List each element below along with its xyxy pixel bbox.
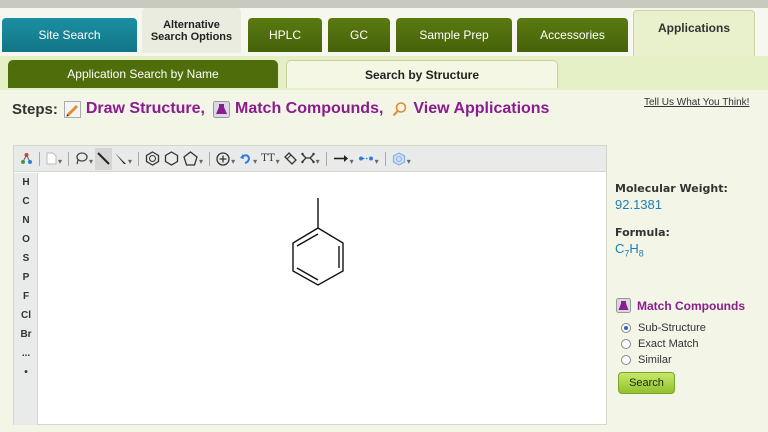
template-icon[interactable]: ▾ [299, 148, 322, 170]
match-option-label: Exact Match [638, 338, 699, 350]
toolbar-divider [325, 151, 327, 166]
toolbar-divider [209, 151, 211, 166]
tab-alt-line1: Alternative [163, 18, 220, 31]
tab-accessories[interactable]: Accessories [517, 18, 628, 52]
search-button[interactable]: Search [618, 372, 675, 394]
match-option-label: Sub-Structure [638, 322, 706, 334]
element-button[interactable]: P [14, 272, 38, 283]
arrow-icon[interactable]: ▾ [331, 148, 356, 170]
element-button[interactable]: • [14, 367, 38, 378]
new-document-icon[interactable]: ▾ [44, 148, 64, 170]
reaction-arrow-icon[interactable]: ▾ [356, 148, 381, 170]
benzene-ring [292, 227, 344, 286]
drawing-canvas[interactable] [39, 173, 606, 425]
step-view-applications[interactable]: View Applications [391, 100, 549, 118]
eraser-icon[interactable] [282, 148, 299, 170]
toolbar-divider [138, 151, 140, 166]
formula-carbon: C [615, 241, 625, 256]
toolbar-divider [384, 151, 386, 166]
editor-toolbar: ▾ ▾ ▾ ▾ ▾ ▾ TT ▾ ▾ ▾ ▾ ▾ [14, 146, 606, 172]
magnifier-icon [393, 101, 407, 116]
text-tool-icon[interactable]: TT ▾ [259, 148, 282, 170]
atom-map-icon[interactable] [18, 148, 35, 170]
element-button[interactable]: Br [14, 329, 38, 340]
formula-hydrogen: H [629, 241, 639, 256]
match-option-label: Similar [638, 354, 672, 366]
match-option[interactable]: Sub-Structure [621, 322, 706, 334]
undo-icon[interactable]: ▾ [237, 148, 259, 170]
step-draw-label: Draw Structure, [85, 100, 205, 117]
cyclopentane-icon[interactable]: ▾ [181, 148, 205, 170]
benzene-ring-icon[interactable] [143, 148, 162, 170]
toolbar-divider [39, 151, 40, 166]
step-match-label: Match Compounds, [234, 100, 384, 117]
toolbar-divider [68, 151, 70, 166]
bond-type-icon[interactable]: ▾ [112, 148, 134, 170]
formula-hydrogen-count: 8 [638, 248, 644, 259]
tab-gc[interactable]: GC [328, 18, 390, 52]
match-compounds-header: Match Compounds [616, 298, 745, 313]
formula-value: C7H8 [615, 241, 765, 259]
structure-editor[interactable]: ▾ ▾ ▾ ▾ ▾ ▾ TT ▾ ▾ ▾ ▾ ▾ H C N O S P F Cl Br... • [13, 145, 607, 425]
element-button[interactable]: N [14, 215, 38, 226]
nav-top-stripe [0, 0, 768, 8]
step-draw-structure[interactable]: Draw Structure, [63, 100, 205, 118]
element-palette: H C N O S P F Cl Br... • [14, 173, 38, 425]
steps-label: Steps: [12, 100, 58, 118]
tab-site-search[interactable]: Site Search [2, 18, 137, 52]
formula-label: Formula: [615, 226, 670, 239]
tab-sample-prep[interactable]: Sample Prep [396, 18, 512, 52]
flask-icon [212, 100, 230, 118]
molecular-weight-label: Molecular Weight: [615, 182, 728, 195]
tab-alt-line2: Search Options [150, 30, 233, 43]
tab-search-by-structure[interactable]: Search by Structure [286, 60, 558, 88]
toluene-structure [292, 198, 344, 286]
match-compounds-title: Match Compounds [637, 298, 745, 313]
tab-alternative-search-options[interactable]: Alternative Search Options [142, 8, 241, 53]
cyclohexane-icon[interactable] [162, 148, 181, 170]
step-view-label: View Applications [413, 100, 550, 117]
element-button[interactable]: Cl [14, 310, 38, 321]
element-button[interactable]: O [14, 234, 38, 245]
feedback-link[interactable]: Tell Us What You Think! [644, 97, 749, 108]
properties-panel: Molecular Weight: 92.1381 Formula: C7H8 [615, 182, 765, 259]
charge-plus-icon[interactable]: ▾ [214, 148, 237, 170]
pencil-icon [63, 100, 81, 118]
element-button[interactable]: S [14, 253, 38, 264]
single-bond-icon[interactable] [95, 147, 113, 170]
match-option[interactable]: Exact Match [621, 338, 699, 350]
match-option[interactable]: Similar [621, 354, 672, 366]
radio-button[interactable] [621, 323, 631, 333]
molecular-weight-value: 92.1381 [615, 197, 662, 212]
tab-application-search-by-name[interactable]: Application Search by Name [8, 60, 278, 88]
top-navigation: Site Search Alternative Search Options H… [0, 0, 768, 56]
double-bond-3 [296, 267, 319, 281]
tab-applications[interactable]: Applications [633, 10, 755, 56]
step-match-compounds[interactable]: Match Compounds, [212, 100, 384, 118]
ring-settings-icon[interactable]: ▾ [390, 148, 413, 170]
flask-icon [616, 298, 631, 313]
radio-button[interactable] [621, 339, 631, 349]
tab-hplc[interactable]: HPLC [248, 18, 322, 52]
radio-button[interactable] [621, 355, 631, 365]
double-bond-2 [296, 233, 319, 247]
element-button[interactable]: C [14, 196, 38, 207]
element-button[interactable]: F [14, 291, 38, 302]
sub-navigation: Application Search by Name Search by Str… [0, 56, 768, 90]
element-button[interactable]: ... [14, 348, 38, 359]
element-button[interactable]: H [14, 177, 38, 188]
lasso-select-icon[interactable]: ▾ [73, 148, 95, 170]
steps-bar: Steps: Draw Structure, Match Compounds, … [12, 98, 557, 120]
